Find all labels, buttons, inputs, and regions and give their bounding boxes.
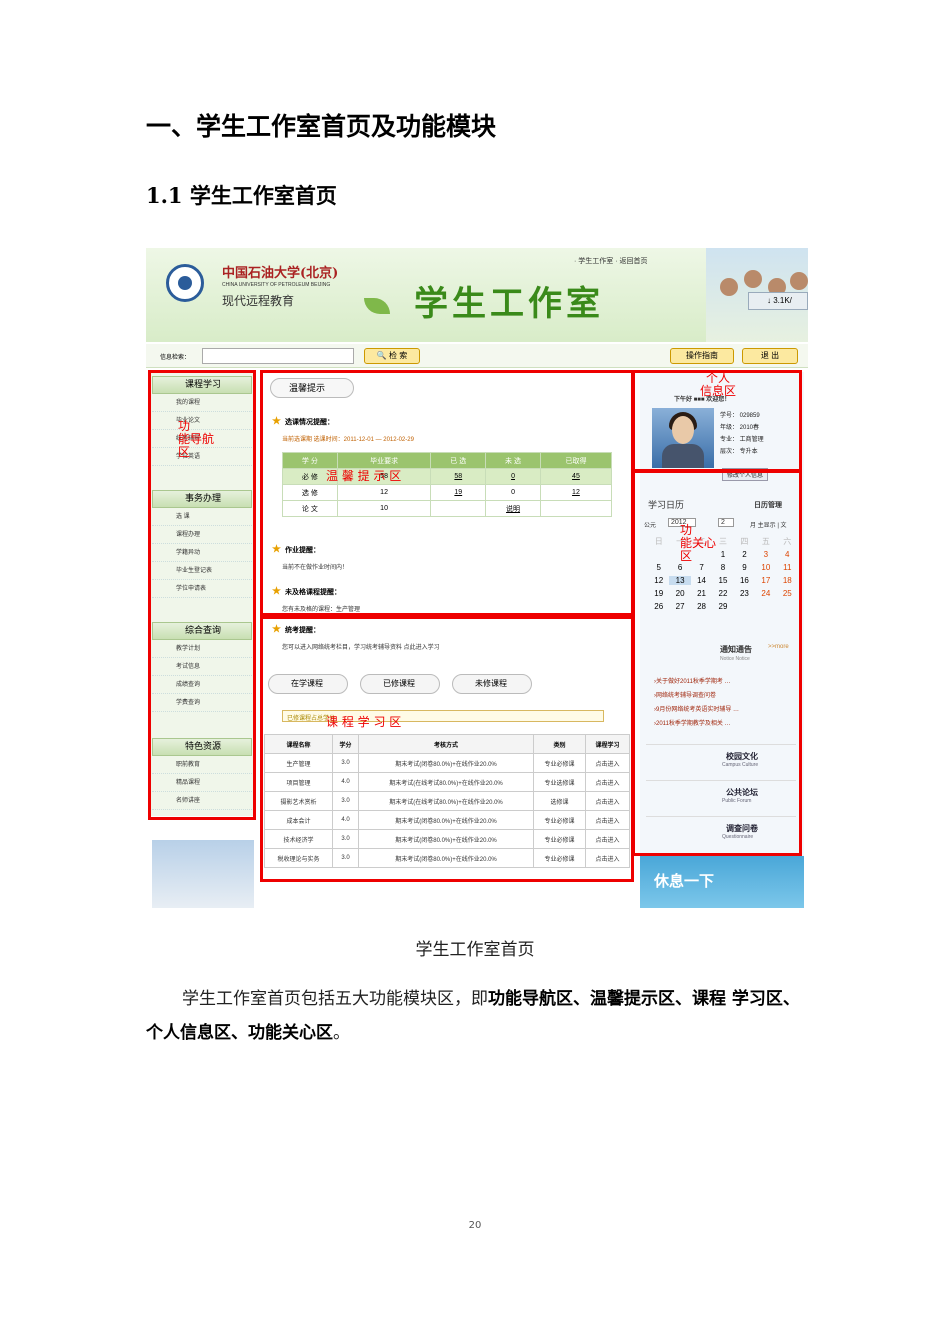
para-pre: 学生工作室首页包括五大功能模块区，即	[182, 989, 488, 1009]
page-number: 20	[468, 1220, 482, 1231]
nav-region-label: 功 能导航 区	[178, 419, 215, 459]
top-links[interactable]: · 学生工作室 · 返回首页	[574, 256, 648, 266]
care-region-box	[632, 470, 802, 856]
campus-building-photo	[152, 840, 254, 908]
subsection-heading: 1.1 学生工作室首页	[146, 183, 337, 208]
leaf-icon	[364, 298, 390, 314]
search-bar: 信息检索： 🔍 检 索 操作指南 退 出	[146, 344, 808, 368]
para-post: 。	[333, 1023, 350, 1043]
search-button[interactable]: 🔍 检 索	[364, 348, 420, 364]
guide-button[interactable]: 操作指南	[670, 348, 734, 364]
course-region-label: 课 程 学 习 区	[326, 715, 402, 729]
university-name: 中国石油大学(北京)	[222, 266, 339, 281]
search-input[interactable]	[202, 348, 354, 364]
tips-region-box	[260, 370, 634, 616]
site-title: 学生工作室	[414, 284, 604, 324]
section-heading: 一、学生工作室首页及功能模块	[146, 112, 497, 141]
download-speed-widget: ↓ 3.1K/	[748, 292, 808, 310]
info-region-label: 个人 信息区	[700, 371, 737, 398]
search-label: 信息检索：	[160, 355, 191, 361]
rest-banner[interactable]: 休息一下	[640, 856, 804, 908]
figure-caption: 学生工作室首页	[415, 940, 535, 960]
care-region-label: 功 能关心 区	[680, 523, 717, 563]
body-paragraph: 学生工作室首页包括五大功能模块区，即功能导航区、温馨提示区、课程 学习区、个人信…	[146, 982, 806, 1050]
course-region-box	[260, 616, 634, 882]
university-english-name: CHINA UNIVERSITY OF PETROLEUM BEIJING	[222, 282, 331, 288]
university-logo-icon	[166, 264, 204, 302]
tips-region-label: 温 馨 提 示 区	[326, 469, 402, 483]
remote-education-label: 现代远程教育	[222, 294, 295, 308]
site-banner: 中国石油大学(北京) CHINA UNIVERSITY OF PETROLEUM…	[146, 248, 808, 342]
rest-label: 休息一下	[654, 873, 715, 890]
screenshot-figure: 中国石油大学(北京) CHINA UNIVERSITY OF PETROLEUM…	[146, 248, 808, 908]
quit-button[interactable]: 退 出	[742, 348, 798, 364]
